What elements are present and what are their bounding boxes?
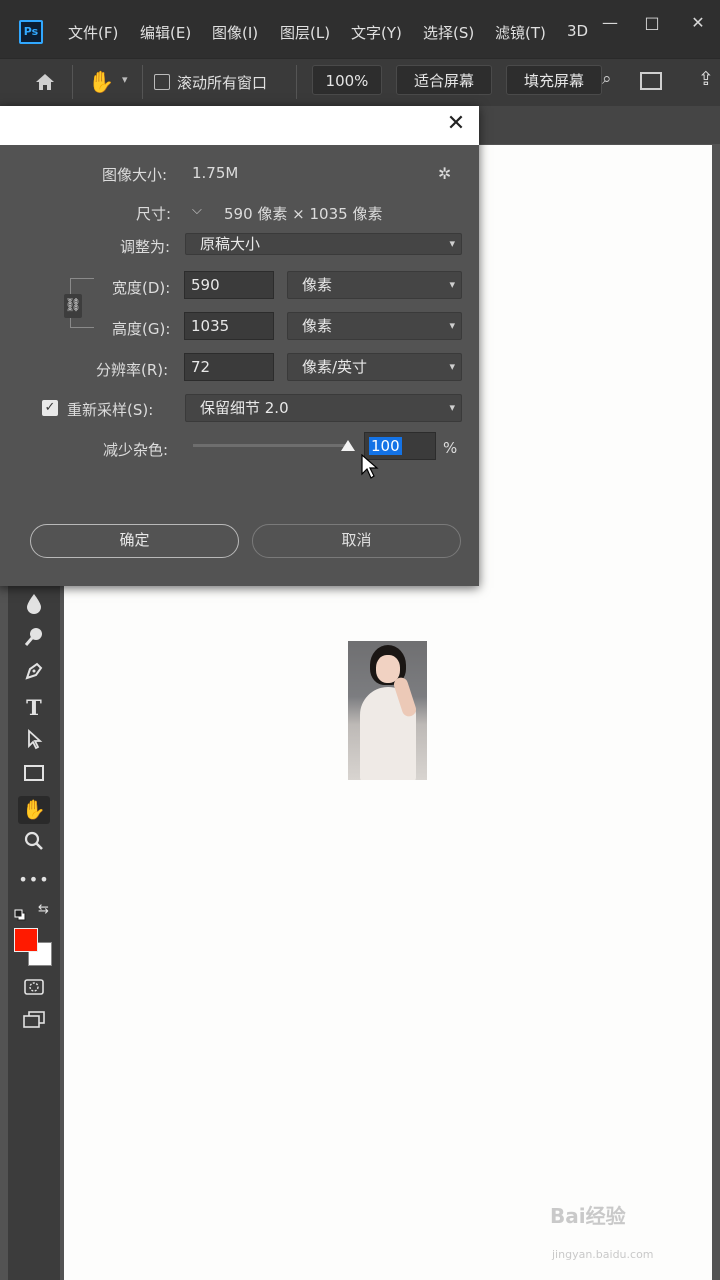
fill-screen-button[interactable]: 填充屏幕 [506,65,602,95]
image-size-value: 1.75M [192,164,239,182]
watermark-brand: Bai经验 [550,1204,626,1228]
dialog-close-icon[interactable]: ✕ [443,111,469,137]
menu-edit[interactable]: 编辑(E) [140,22,191,43]
reduce-noise-slider[interactable] [193,444,348,447]
reduce-noise-label: 减少杂色: [103,441,169,459]
percent-unit-label: % [443,439,458,457]
share-icon[interactable]: ⇪ [698,68,714,90]
home-icon[interactable] [32,69,58,95]
dimensions-label: 尺寸: [136,205,172,223]
width-unit-select[interactable]: 像素 ▾ [287,271,462,299]
menu-filter[interactable]: 滤镜(T) [495,22,546,43]
height-input[interactable]: 1035 [184,312,274,340]
mouse-cursor-icon [361,453,379,480]
chevron-down-icon: ▾ [449,237,455,250]
resample-checkbox[interactable]: ✓ [42,400,58,416]
tools-panel: T ✋ ••• ⇆ [8,586,60,1280]
ok-button[interactable]: 确定 [30,524,239,558]
chevron-down-icon: ▾ [449,319,455,332]
dialog-title-bar: ✕ [0,106,479,145]
settings-gear-icon[interactable]: ✲ [438,164,451,183]
menu-image[interactable]: 图像(I) [212,22,258,43]
chevron-down-icon: ▾ [449,401,455,414]
options-bar: ✋ ▾ 滚动所有窗口 100% 适合屏幕 填充屏幕 ⌕ ⇪ [0,58,720,107]
width-unit-value: 像素 [302,276,333,294]
image-size-dialog: ✕ 图像大小: 1.75M ✲ 尺寸: ⌵ 590 像素 × 1035 像素 调… [0,106,479,586]
search-icon[interactable]: ⌕ [602,69,612,89]
menu-3d[interactable]: 3D [567,22,588,40]
rectangle-icon[interactable] [18,762,50,790]
zoom-100-button[interactable]: 100% [312,65,382,95]
pen-icon[interactable] [18,660,50,688]
fit-to-select[interactable]: 原稿大小 ▾ [185,233,462,255]
resolution-unit-value: 像素/英寸 [302,358,368,376]
menu-bar: Ps 文件(F) 编辑(E) 图像(I) 图层(L) 文字(Y) 选择(S) 滤… [0,0,720,58]
fit-screen-button[interactable]: 适合屏幕 [396,65,492,95]
path-select-icon[interactable] [18,728,50,756]
photoshop-logo-icon: Ps [19,20,43,44]
chevron-down-icon: ▾ [449,278,455,291]
screen-mode-icon[interactable] [18,1010,50,1038]
menu-file[interactable]: 文件(F) [68,22,118,43]
menu-layer[interactable]: 图层(L) [280,22,330,43]
swap-colors-icon[interactable]: ⇆ [38,902,49,917]
type-icon[interactable]: T [18,694,50,722]
minimize-icon[interactable]: — [588,8,632,38]
zoom-icon[interactable] [18,830,50,858]
hand-icon[interactable]: ✋ [18,796,50,824]
height-label: 高度(G): [112,320,171,338]
resolution-unit-select[interactable]: 像素/英寸 ▾ [287,353,462,381]
width-label: 宽度(D): [112,279,171,297]
dimensions-value: 590 像素 × 1035 像素 [224,205,383,223]
quick-mask-icon[interactable] [18,976,50,1004]
reduce-noise-value: 100 [369,437,402,455]
menu-type[interactable]: 文字(Y) [351,22,402,43]
fit-to-label: 调整为: [120,238,171,256]
link-chain-icon[interactable]: ⛓ [64,294,82,318]
dimensions-unit-chevron-icon[interactable]: ⌵ [192,203,202,218]
menu-select[interactable]: 选择(S) [423,22,474,43]
height-unit-select[interactable]: 像素 ▾ [287,312,462,340]
chevron-down-icon[interactable]: ▾ [122,73,128,86]
scroll-all-checkbox[interactable] [154,74,170,90]
resample-label: 重新采样(S): [67,401,154,419]
maximize-icon[interactable]: □ [630,8,674,38]
cancel-button[interactable]: 取消 [252,524,461,558]
dodge-icon[interactable] [18,626,50,654]
scroll-all-label: 滚动所有窗口 [177,74,268,92]
watermark-url: jingyan.baidu.com [552,1248,654,1261]
blur-icon[interactable] [18,592,50,620]
image-size-label: 图像大小: [102,166,168,184]
workspace-icon[interactable] [640,72,662,90]
close-window-icon[interactable]: ✕ [676,8,720,38]
height-unit-value: 像素 [302,317,333,335]
width-input[interactable]: 590 [184,271,274,299]
foreground-color-swatch[interactable] [14,928,38,952]
canvas-photo [348,641,427,780]
resample-method-value: 保留细节 2.0 [200,399,289,417]
slider-thumb-icon[interactable] [341,440,355,451]
chevron-down-icon: ▾ [449,360,455,373]
resolution-input[interactable]: 72 [184,353,274,381]
resolution-label: 分辨率(R): [96,361,169,379]
more-tools-icon[interactable]: ••• [18,866,50,894]
fit-to-value: 原稿大小 [200,235,261,253]
hand-tool-icon[interactable]: ✋ [88,68,116,96]
default-colors-icon[interactable] [14,906,26,921]
resample-method-select[interactable]: 保留细节 2.0 ▾ [185,394,462,422]
